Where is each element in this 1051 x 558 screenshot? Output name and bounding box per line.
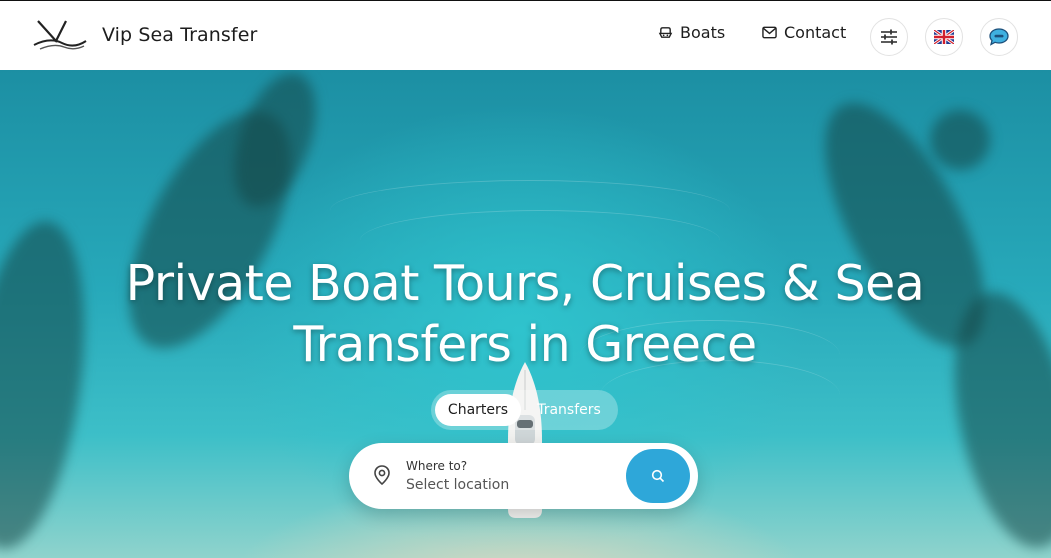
nav-contact-label: Contact	[784, 23, 847, 42]
tab-charters[interactable]: Charters	[435, 394, 521, 426]
sliders-icon	[881, 29, 897, 45]
reef-shape	[930, 110, 990, 170]
search-button[interactable]	[626, 449, 690, 503]
chat-button[interactable]	[980, 18, 1018, 56]
chat-bubble-icon	[989, 28, 1009, 46]
nav-boats-link[interactable]: Boats	[658, 23, 725, 42]
hero-title: Private Boat Tours, Cruises & Sea Transf…	[125, 254, 925, 373]
tab-transfers[interactable]: Transfers	[525, 394, 613, 426]
hero-section: Private Boat Tours, Cruises & Sea Transf…	[0, 70, 1051, 558]
filter-button[interactable]	[870, 18, 908, 56]
nav-contact-link[interactable]: Contact	[762, 23, 846, 42]
boat-icon	[658, 27, 673, 38]
location-search-box: Where to?	[349, 443, 698, 509]
top-navbar: Vip Sea Transfer Boats Contact	[0, 0, 1051, 70]
location-input[interactable]	[406, 475, 606, 495]
search-mode-tabs: Charters Transfers	[431, 390, 618, 430]
brand[interactable]: Vip Sea Transfer	[32, 17, 257, 53]
map-pin-icon	[374, 465, 390, 485]
nav-boats-label: Boats	[680, 23, 726, 42]
wave-v-logo-icon	[33, 20, 87, 50]
search-icon	[651, 469, 665, 483]
uk-flag-icon	[934, 30, 954, 44]
search-label: Where to?	[406, 459, 468, 473]
language-button[interactable]	[925, 18, 963, 56]
mail-icon	[762, 26, 777, 39]
brand-name: Vip Sea Transfer	[102, 24, 258, 46]
